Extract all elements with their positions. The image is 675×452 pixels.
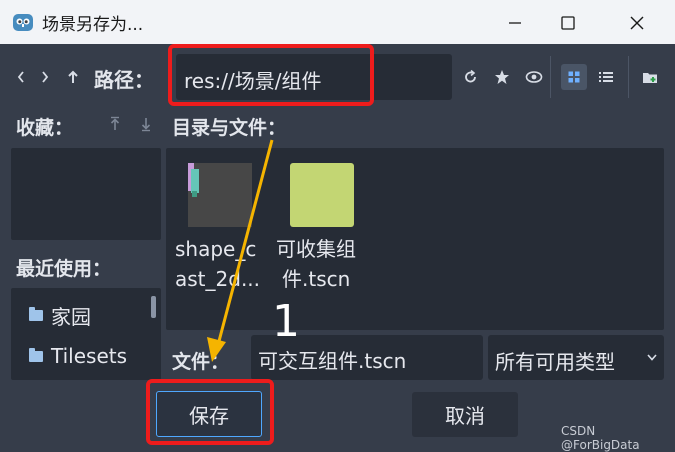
save-scene-dialog: 场景另存为... 路径： res://场景/组件 收藏： 最近使用： 家园 Ti…: [0, 0, 675, 452]
annotation-arrow: [207, 139, 274, 362]
watermark: CSDN @ForBigData: [561, 424, 640, 452]
step-number: 1: [272, 296, 300, 347]
